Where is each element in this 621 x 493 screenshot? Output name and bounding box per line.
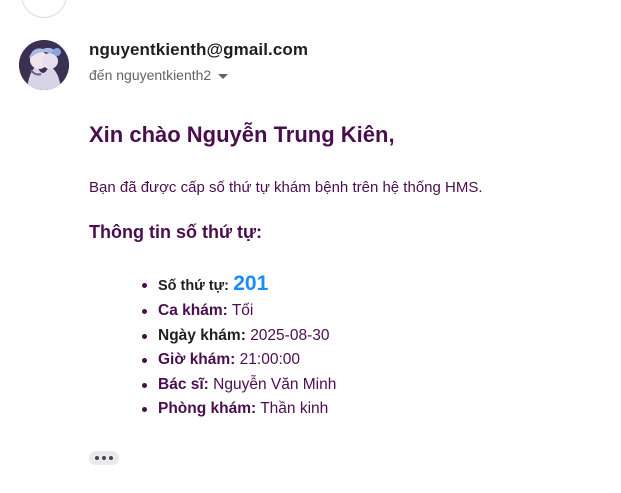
date-label: Ngày khám:	[158, 326, 246, 344]
recipient-line[interactable]: đến nguyentkienth2	[89, 67, 229, 83]
list-item: Giờ khám: 21:00:00	[142, 348, 336, 373]
list-item: Số thứ tự: 201	[142, 266, 336, 299]
show-trimmed-content-button[interactable]	[89, 451, 119, 465]
queue-info-list: Số thứ tự: 201 Ca khám: Tối Ngày khám: 2…	[142, 266, 336, 422]
greeting: Xin chào Nguyễn Trung Kiên,	[89, 122, 395, 147]
clinic-value: Thần kinh	[260, 400, 329, 417]
previous-message-avatar[interactable]	[21, 0, 67, 18]
list-item: Phòng khám: Thần kinh	[142, 397, 336, 422]
queue-number-value: 201	[233, 272, 269, 295]
list-item: Ngày khám: 2025-08-30	[142, 324, 336, 349]
shift-value: Tối	[231, 302, 254, 319]
queue-info-heading: Thông tin số thứ tự:	[89, 222, 263, 242]
time-value: 21:00:00	[239, 351, 300, 368]
clinic-label: Phòng khám:	[158, 400, 257, 417]
list-item: Ca khám: Tối	[142, 299, 336, 324]
avatar[interactable]	[19, 40, 69, 90]
queue-number-label: Số thứ tự:	[158, 278, 229, 294]
more-horizontal-icon	[95, 456, 99, 460]
date-value: 2025-08-30	[250, 326, 330, 344]
list-item: Bác sĩ: Nguyễn Văn Minh	[142, 373, 336, 398]
shift-label: Ca khám:	[158, 302, 228, 319]
doctor-label: Bác sĩ:	[158, 375, 209, 393]
email-view: nguyentkienth@gmail.com đến nguyentkient…	[0, 0, 621, 493]
recipient-label: đến nguyentkienth2	[89, 67, 212, 83]
intro-text: Bạn đã được cấp số thứ tự khám bệnh trên…	[89, 179, 483, 196]
caret-down-icon[interactable]	[218, 73, 229, 79]
time-label: Giờ khám:	[158, 351, 236, 368]
doctor-value: Nguyễn Văn Minh	[213, 375, 337, 393]
sender-email[interactable]: nguyentkienth@gmail.com	[89, 40, 308, 60]
